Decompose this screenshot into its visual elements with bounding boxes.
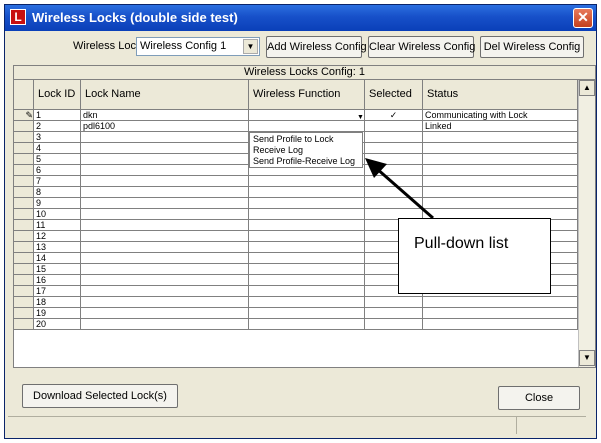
callout-arrow [365,158,434,220]
